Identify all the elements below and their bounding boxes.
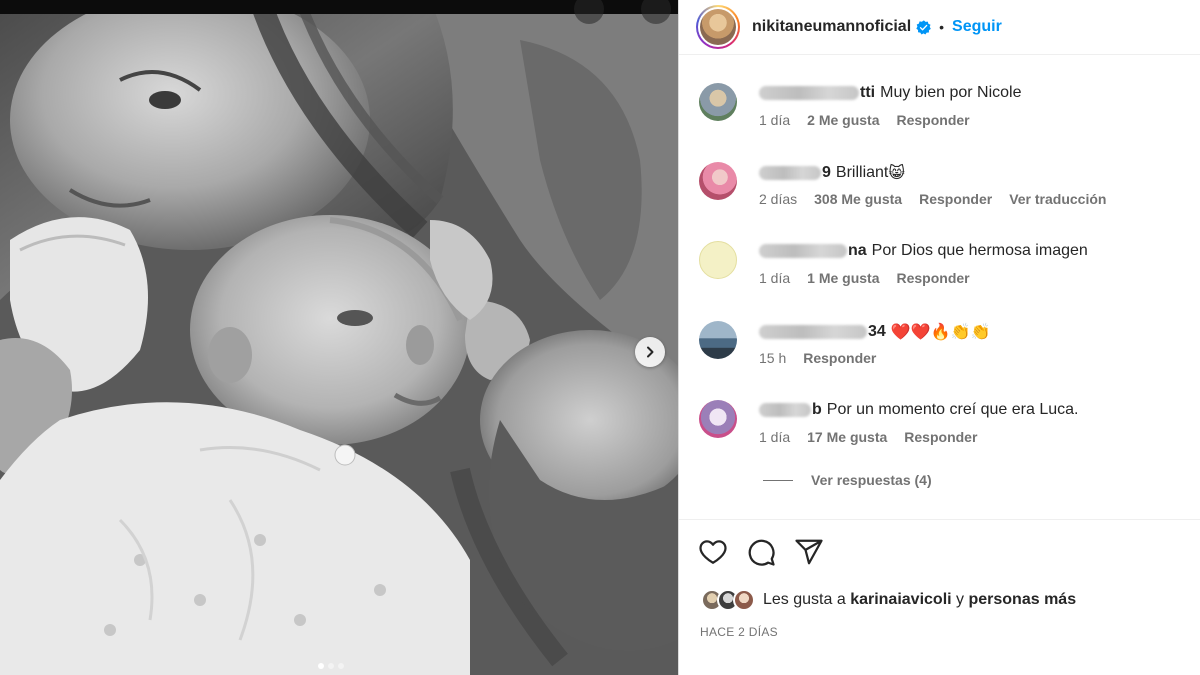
- liker-avatars[interactable]: [701, 589, 755, 611]
- carousel-dot: [328, 663, 334, 669]
- comment-meta: 2 días 308 Me gusta Responder Ver traduc…: [759, 191, 1123, 207]
- instagram-post-view: nikitaneumannoficial • Seguir tti Muy bi…: [0, 0, 1200, 675]
- liker-username[interactable]: karinaiavicoli: [850, 591, 951, 609]
- comment-line: na Por Dios que hermosa imagen: [759, 242, 1088, 260]
- heart-icon[interactable]: [698, 537, 728, 567]
- liker-avatar: [733, 589, 755, 611]
- header-separator: •: [939, 19, 945, 35]
- comment-item: 34 ❤️❤️🔥👏👏 15 h Responder: [679, 318, 1200, 388]
- commenter-username[interactable]: na: [848, 242, 867, 260]
- photo-scene: [0, 0, 678, 675]
- author-avatar-frame: [698, 7, 738, 47]
- commenter-username[interactable]: tti: [860, 84, 875, 102]
- comments-list: tti Muy bien por Nicole 1 día 2 Me gusta…: [679, 56, 1200, 518]
- comment-line: 34 ❤️❤️🔥👏👏: [759, 322, 990, 341]
- verified-badge-icon: [916, 19, 931, 35]
- comment-text: Brilliant: [835, 163, 889, 181]
- other-likers-link[interactable]: personas más: [968, 591, 1076, 609]
- comment-likes[interactable]: 17 Me gusta: [807, 429, 887, 445]
- translate-button[interactable]: Ver traducción: [1009, 191, 1106, 207]
- comment-time[interactable]: 1 día: [759, 270, 790, 286]
- reply-button[interactable]: Responder: [803, 350, 876, 366]
- comment-emoji: ❤️❤️🔥👏👏: [890, 322, 991, 341]
- commenter-avatar[interactable]: [699, 321, 737, 359]
- comment-emoji: 😸: [888, 163, 906, 182]
- carousel-indicator: [318, 663, 344, 669]
- blurred-username[interactable]: [759, 86, 859, 100]
- comment-meta: 1 día 2 Me gusta Responder: [759, 112, 987, 128]
- reply-button[interactable]: Responder: [897, 112, 970, 128]
- post-actions-section: Les gusta a karinaiavicoli y personas má…: [679, 519, 1200, 675]
- replies-divider: [763, 479, 793, 481]
- next-slide-button[interactable]: [635, 337, 665, 367]
- commenter-username[interactable]: 9: [822, 164, 831, 182]
- likes-connector: y: [956, 591, 965, 608]
- chevron-right-icon: [647, 346, 654, 358]
- reply-button[interactable]: Responder: [904, 429, 977, 445]
- likes-prefix: Les gusta a: [763, 591, 846, 608]
- comment-icon[interactable]: [746, 537, 776, 567]
- commenter-avatar[interactable]: [699, 400, 737, 438]
- send-icon[interactable]: [794, 537, 824, 567]
- blurred-username[interactable]: [759, 324, 867, 339]
- view-replies-button[interactable]: Ver respuestas (4): [763, 472, 932, 488]
- comment-meta: 1 día 1 Me gusta Responder: [759, 270, 987, 286]
- commenter-avatar[interactable]: [699, 241, 737, 279]
- post-timestamp[interactable]: HACE 2 DÍAS: [700, 625, 778, 639]
- post-side-panel: nikitaneumannoficial • Seguir tti Muy bi…: [678, 0, 1200, 675]
- comment-likes[interactable]: 2 Me gusta: [807, 112, 879, 128]
- comment-text: Muy bien por Nicole: [880, 84, 1022, 101]
- author-avatar[interactable]: [696, 5, 740, 49]
- reply-button[interactable]: Responder: [897, 270, 970, 286]
- comment-text: Por Dios que hermosa imagen: [871, 242, 1088, 259]
- view-replies-label[interactable]: Ver respuestas (4): [811, 472, 932, 488]
- carousel-dot: [338, 663, 344, 669]
- reply-button[interactable]: Responder: [919, 191, 992, 207]
- comment-time[interactable]: 1 día: [759, 112, 790, 128]
- blurred-username[interactable]: [759, 244, 847, 258]
- comment-line: b Por un momento creí que era Luca.: [759, 401, 1078, 419]
- commenter-avatar[interactable]: [699, 162, 737, 200]
- commenter-username[interactable]: 34: [868, 323, 886, 341]
- post-header: nikitaneumannoficial • Seguir: [679, 0, 1200, 55]
- blurred-username[interactable]: [759, 165, 821, 180]
- post-photo[interactable]: [0, 0, 678, 675]
- commenter-avatar[interactable]: [699, 83, 737, 121]
- likes-summary: Les gusta a karinaiavicoli y personas má…: [701, 589, 1076, 611]
- comment-line: tti Muy bien por Nicole: [759, 84, 1022, 102]
- blurred-username[interactable]: [759, 403, 811, 417]
- comment-item: b Por un momento creí que era Luca. 1 dí…: [679, 397, 1200, 467]
- comment-item: 9 Brilliant 😸 2 días 308 Me gusta Respon…: [679, 159, 1200, 229]
- author-username[interactable]: nikitaneumannoficial: [752, 18, 911, 36]
- comment-item: tti Muy bien por Nicole 1 día 2 Me gusta…: [679, 80, 1200, 150]
- comment-text: Por un momento creí que era Luca.: [826, 401, 1079, 418]
- comment-time[interactable]: 15 h: [759, 350, 786, 366]
- comment-time[interactable]: 2 días: [759, 191, 797, 207]
- carousel-dot: [318, 663, 324, 669]
- comment-likes[interactable]: 308 Me gusta: [814, 191, 902, 207]
- comment-meta: 15 h Responder: [759, 350, 893, 366]
- author-avatar-image: [700, 9, 736, 45]
- commenter-username[interactable]: b: [812, 401, 822, 419]
- comment-likes[interactable]: 1 Me gusta: [807, 270, 879, 286]
- comment-meta: 1 día 17 Me gusta Responder: [759, 429, 994, 445]
- comment-time[interactable]: 1 día: [759, 429, 790, 445]
- comment-item: na Por Dios que hermosa imagen 1 día 1 M…: [679, 238, 1200, 308]
- action-bar: [698, 537, 824, 567]
- comment-line: 9 Brilliant 😸: [759, 163, 905, 182]
- follow-button[interactable]: Seguir: [952, 18, 1002, 36]
